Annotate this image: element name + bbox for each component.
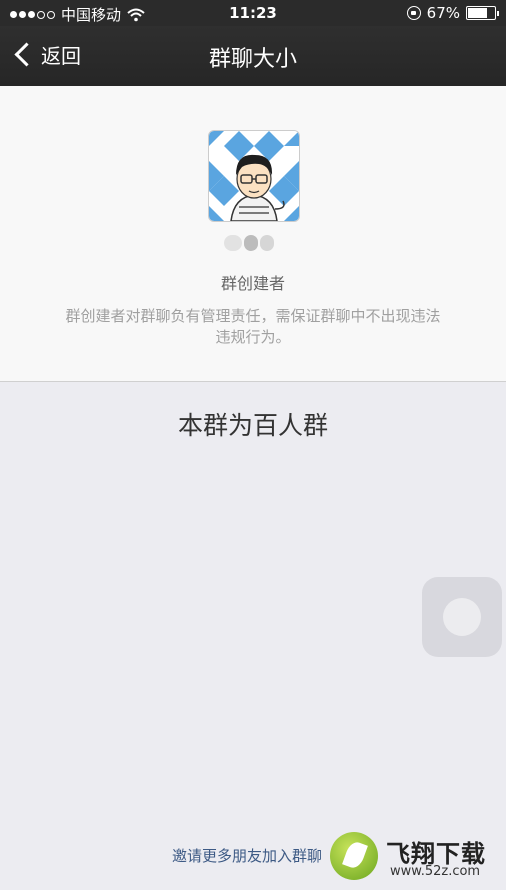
creator-panel: 群创建者 群创建者对群聊负有管理责任，需保证群聊中不出现违法违规行为。: [0, 86, 506, 382]
battery-icon: [466, 6, 499, 20]
leaf-logo-icon: [330, 832, 378, 880]
creator-role-label: 群创建者: [220, 274, 285, 293]
assistive-touch-button[interactable]: [422, 577, 502, 657]
group-size-text: 本群为百人群: [177, 411, 328, 440]
creator-description: 群创建者对群聊负有管理责任，需保证群聊中不出现违法违规行为。: [65, 307, 441, 346]
navigation-bar: 返回 群聊大小: [0, 26, 506, 86]
avatar[interactable]: [208, 130, 300, 222]
creator-name-blurred: [224, 235, 284, 253]
assistive-touch-icon: [443, 598, 481, 636]
status-bar: 中国移动 11:23 67%: [0, 0, 506, 26]
invite-friends-link[interactable]: 邀请更多朋友加入群聊: [172, 845, 322, 866]
watermark: 飞翔下载 www.52z.com: [330, 830, 506, 890]
rotation-lock-icon: [406, 6, 421, 20]
watermark-url: www.52z.com: [390, 864, 481, 879]
avatar-image: [209, 131, 299, 221]
status-right: 67%: [406, 4, 499, 22]
page-title: 群聊大小: [208, 47, 297, 72]
battery-percent: 67%: [426, 4, 460, 22]
